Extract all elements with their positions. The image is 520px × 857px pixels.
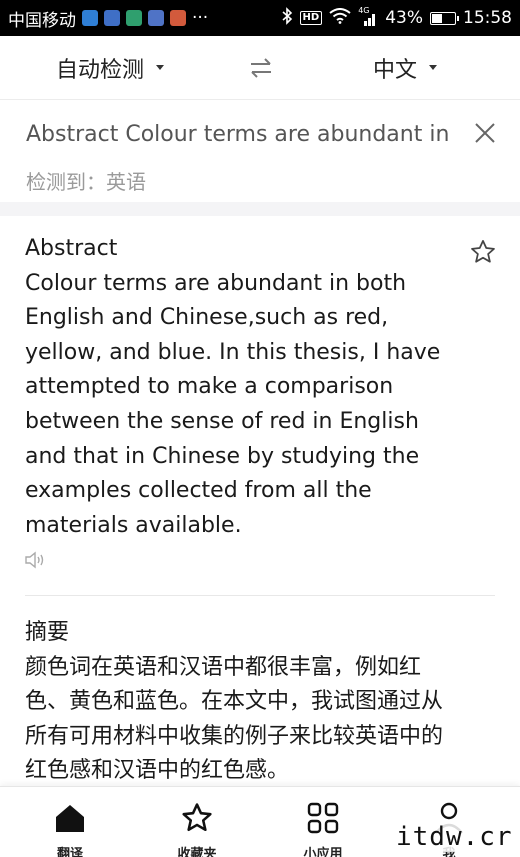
battery-icon <box>430 11 459 25</box>
more-notifications: ··· <box>192 8 209 28</box>
notification-app-icon <box>82 10 98 26</box>
watermark: itdw.cr <box>396 822 513 852</box>
speaker-button[interactable] <box>24 550 46 570</box>
battery-percent: 43% <box>385 8 423 28</box>
source-language-label: 自动检测 <box>56 57 145 83</box>
favorite-button[interactable] <box>469 238 497 266</box>
star-icon <box>471 240 495 263</box>
notification-app-icon <box>126 10 142 26</box>
notification-app-icon <box>148 10 164 26</box>
speaker-icon <box>25 551 44 569</box>
source-language-selector[interactable]: 自动检测 <box>56 52 165 84</box>
cellular-signal-icon: 4G <box>358 6 378 27</box>
clock: 15:58 <box>463 8 512 28</box>
swap-languages-button[interactable] <box>248 54 274 82</box>
chevron-down-icon <box>156 65 165 70</box>
nav-label: 翻译 <box>56 847 83 857</box>
nav-item-favorites[interactable]: 收藏夹 <box>157 801 237 857</box>
status-bar: 中国移动 ··· HD 4G 43% 15:58 <box>0 0 520 36</box>
nav-label: 小应用 <box>303 847 343 857</box>
grid-icon <box>307 802 339 834</box>
section-divider <box>0 202 520 216</box>
result-separator <box>25 595 495 596</box>
source-input-text[interactable]: Abstract Colour terms are abundant in bo… <box>26 122 451 147</box>
language-bar: 自动检测 中文 <box>0 36 520 100</box>
swap-arrows-icon <box>251 58 271 78</box>
clear-input-button[interactable] <box>472 120 498 146</box>
target-language-label: 中文 <box>373 57 418 83</box>
carrier-name: 中国移动 <box>8 10 76 31</box>
bluetooth-icon <box>281 6 293 30</box>
nav-item-mini-apps[interactable]: 小应用 <box>283 801 363 857</box>
source-text: Abstract Colour terms are abundant in bo… <box>25 236 441 538</box>
wifi-icon <box>329 7 351 29</box>
translated-text: 摘要 颜色词在英语和汉语中都很丰富，例如红 色、黄色和蓝色。在本文中，我试图通过… <box>25 620 444 783</box>
notification-app-icon <box>170 10 186 26</box>
nav-label: 收藏夹 <box>177 847 217 857</box>
detected-language: 检测到：英语 <box>26 170 146 194</box>
translation-result: Abstract Colour terms are abundant in bo… <box>0 216 520 786</box>
hd-badge: HD <box>299 11 323 25</box>
input-area: Abstract Colour terms are abundant in bo… <box>0 100 520 202</box>
home-icon <box>56 805 84 832</box>
close-icon <box>475 123 495 143</box>
nav-item-translate[interactable]: 翻译 <box>30 801 110 857</box>
star-icon <box>182 803 212 832</box>
notification-app-icon <box>104 10 120 26</box>
target-language-selector[interactable]: 中文 <box>373 52 438 84</box>
chevron-down-icon <box>429 65 438 70</box>
